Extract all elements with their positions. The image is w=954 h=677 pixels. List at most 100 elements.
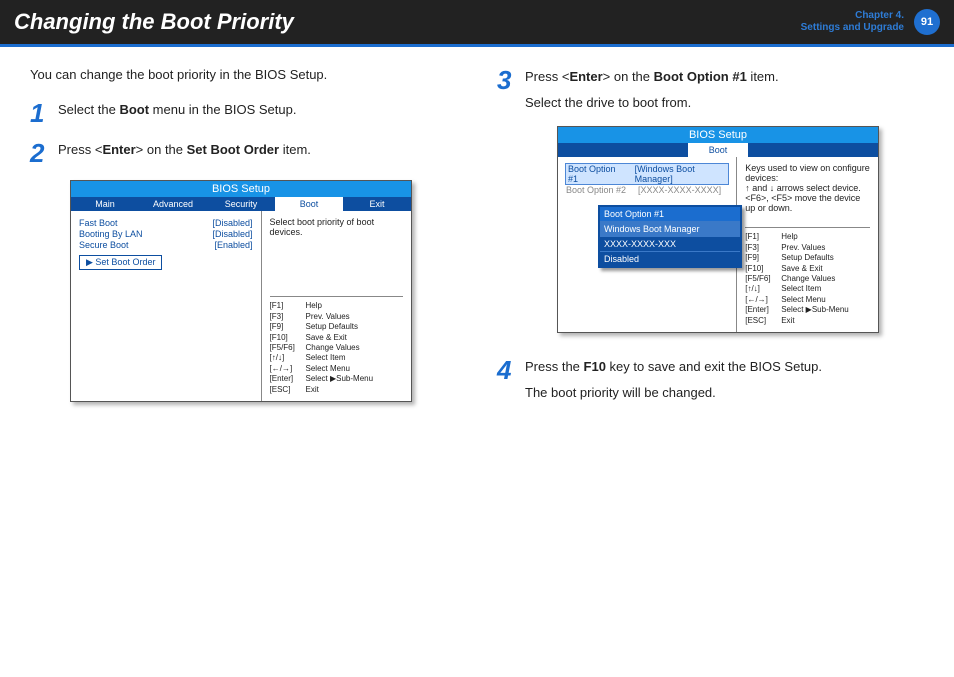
step-2-pre: Press < [58, 142, 102, 157]
key-enter-v: Select ▶Sub-Menu [306, 374, 403, 384]
chapter-block: Chapter 4. Settings and Upgrade 91 [801, 9, 940, 35]
boot-option-popup: Boot Option #1 Windows Boot Manager XXXX… [598, 205, 742, 268]
key-f1-v: Help [306, 301, 403, 311]
bios1-tabs: Main Advanced Security Boot Exit [71, 197, 411, 211]
bios2-description: Keys used to view on configure devices: … [745, 163, 870, 227]
setting-lan-val: [Disabled] [212, 229, 252, 239]
bios1-right-panel: Select boot priority of boot devices. [F… [261, 211, 411, 401]
tab-exit[interactable]: Exit [343, 197, 411, 211]
bios2-keyhelp: [F1]Help [F3]Prev. Values [F9]Setup Defa… [745, 227, 870, 326]
key-updown-v: Select Item [306, 353, 403, 363]
step-1-bold: Boot [119, 102, 149, 117]
bios2-tabs: Boot [558, 143, 878, 157]
b2-key-f3-v: Prev. Values [781, 243, 870, 253]
popup-item-xxxx[interactable]: XXXX-XXXX-XXX [600, 236, 740, 251]
boot-option-1-key: Boot Option #1 [568, 164, 623, 184]
bios-screenshot-2: BIOS Setup Boot Boot Option #1 [Windows B… [557, 126, 879, 333]
bios1-description: Select boot priority of boot devices. [270, 217, 403, 296]
step-2-bold1: Enter [102, 142, 135, 157]
b2-key-f10: [F10] [745, 264, 781, 274]
step-3-bold2: Boot Option #1 [654, 69, 747, 84]
tab-main[interactable]: Main [71, 197, 139, 211]
bios2-right-panel: Keys used to view on configure devices: … [736, 157, 878, 332]
step-2-post: item. [279, 142, 311, 157]
set-boot-order-item[interactable]: ▶ Set Boot Order [79, 255, 162, 270]
page-number-badge: 91 [914, 9, 940, 35]
step-1: 1 Select the Boot menu in the BIOS Setup… [30, 100, 457, 126]
key-f9-v: Setup Defaults [306, 322, 403, 332]
chapter-line1: Chapter 4. [801, 10, 904, 22]
step-4-post: key to save and exit the BIOS Setup. [606, 359, 822, 374]
step-2-number: 2 [30, 140, 48, 166]
boot-option-1[interactable]: Boot Option #1 [Windows Boot Manager] [566, 164, 728, 184]
step-2-mid: > on the [136, 142, 187, 157]
b2-key-f3: [F3] [745, 243, 781, 253]
setting-fastboot-key: Fast Boot [79, 218, 118, 228]
step-2: 2 Press <Enter> on the Set Boot Order it… [30, 140, 457, 166]
setting-secure-val: [Enabled] [214, 240, 252, 250]
key-leftright-v: Select Menu [306, 364, 403, 374]
key-updown: [↑/↓] [270, 353, 306, 363]
tab-security[interactable]: Security [207, 197, 275, 211]
step-1-pre: Select the [58, 102, 119, 117]
step-4-text: Press the F10 key to save and exit the B… [525, 357, 822, 402]
b2-key-f1: [F1] [745, 232, 781, 242]
setting-fastboot-val: [Disabled] [212, 218, 252, 228]
bios-screenshot-1: BIOS Setup Main Advanced Security Boot E… [70, 180, 412, 402]
tab-advanced[interactable]: Advanced [139, 197, 207, 211]
key-f3-v: Prev. Values [306, 312, 403, 322]
boot-option-1-val: [Windows Boot Manager] [635, 164, 727, 184]
chapter-text: Chapter 4. Settings and Upgrade [801, 10, 904, 34]
b2-key-f9: [F9] [745, 253, 781, 263]
b2-key-leftright-v: Select Menu [781, 295, 870, 305]
step-4: 4 Press the F10 key to save and exit the… [497, 357, 924, 402]
step-3-mid: > on the [603, 69, 654, 84]
setting-lan-key: Booting By LAN [79, 229, 143, 239]
key-leftright: [←/→] [270, 364, 306, 374]
bios2-title: BIOS Setup [558, 127, 878, 143]
page-title: Changing the Boot Priority [14, 9, 294, 35]
step-1-text: Select the Boot menu in the BIOS Setup. [58, 100, 296, 126]
key-enter: [Enter] [270, 374, 306, 384]
bios1-title: BIOS Setup [71, 181, 411, 197]
page-header: Changing the Boot Priority Chapter 4. Se… [0, 0, 954, 44]
step-3: 3 Press <Enter> on the Boot Option #1 it… [497, 67, 924, 112]
bios2-left-panel: Boot Option #1 [Windows Boot Manager] Boo… [558, 157, 736, 332]
key-f3: [F3] [270, 312, 306, 322]
setting-lanboot[interactable]: Booting By LAN [Disabled] [79, 229, 253, 239]
key-f10: [F10] [270, 333, 306, 343]
chapter-line2: Settings and Upgrade [801, 22, 904, 34]
setting-secureboot[interactable]: Secure Boot [Enabled] [79, 240, 253, 250]
b2-key-leftright: [←/→] [745, 295, 781, 305]
step-3-post: item. [747, 69, 779, 84]
left-column: You can change the boot priority in the … [30, 67, 457, 416]
b2-key-enter: [Enter] [745, 305, 781, 315]
popup-item-windows[interactable]: Windows Boot Manager [600, 221, 740, 236]
step-3-number: 3 [497, 67, 515, 112]
bios2-tab-boot[interactable]: Boot [688, 143, 748, 157]
b2-key-f9-v: Setup Defaults [781, 253, 870, 263]
step-4-line2: The boot priority will be changed. [525, 383, 822, 403]
setting-fastboot[interactable]: Fast Boot [Disabled] [79, 218, 253, 228]
b2-key-f1-v: Help [781, 232, 870, 242]
b2-key-enter-v: Select ▶Sub-Menu [781, 305, 870, 315]
boot-option-2[interactable]: Boot Option #2[XXXX-XXXX-XXXX] [566, 185, 728, 195]
b2-key-f5f6-v: Change Values [781, 274, 870, 284]
bios1-keyhelp: [F1]Help [F3]Prev. Values [F9]Setup Defa… [270, 296, 403, 395]
right-column: 3 Press <Enter> on the Boot Option #1 it… [497, 67, 924, 416]
popup-title: Boot Option #1 [600, 207, 740, 221]
b2-key-updown: [↑/↓] [745, 284, 781, 294]
setting-secure-key: Secure Boot [79, 240, 129, 250]
step-1-number: 1 [30, 100, 48, 126]
bios1-left-panel: Fast Boot [Disabled] Booting By LAN [Disab… [71, 211, 261, 401]
step-2-text: Press <Enter> on the Set Boot Order item… [58, 140, 311, 166]
step-2-bold2: Set Boot Order [187, 142, 279, 157]
step-4-bold: F10 [584, 359, 606, 374]
popup-item-disabled[interactable]: Disabled [600, 251, 740, 266]
b2-key-esc: [ESC] [745, 316, 781, 326]
boot-option-2-val: [XXXX-XXXX-XXXX] [638, 185, 721, 195]
step-3-line2: Select the drive to boot from. [525, 93, 779, 113]
intro-text: You can change the boot priority in the … [30, 67, 457, 82]
step-4-pre: Press the [525, 359, 584, 374]
tab-boot[interactable]: Boot [275, 197, 343, 211]
